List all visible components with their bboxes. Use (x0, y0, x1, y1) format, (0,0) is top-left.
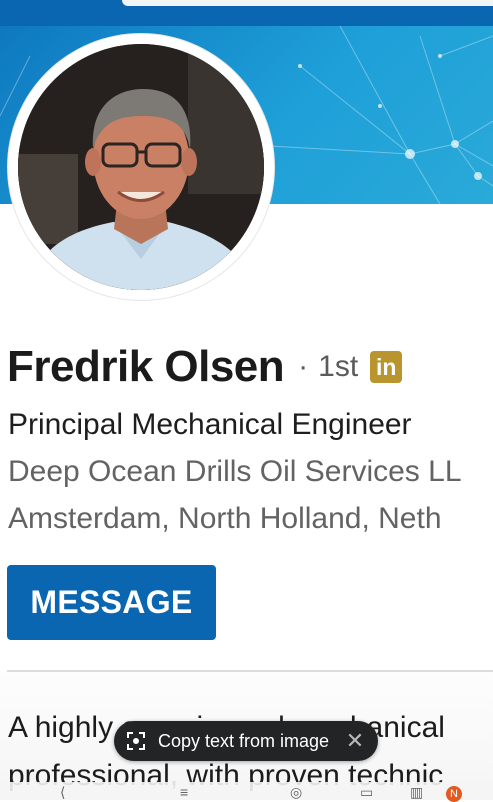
avatar-image (18, 44, 264, 290)
scan-text-icon (126, 731, 146, 751)
edit-icon[interactable]: ≡ (180, 784, 188, 800)
message-button[interactable]: MESSAGE (7, 565, 216, 640)
copy-text-toast[interactable]: Copy text from image ✕ (114, 721, 378, 761)
toast-label: Copy text from image (158, 730, 330, 751)
bottom-nav-bar: ⟨ ≡ ◎ ▭ ▥ (0, 782, 493, 800)
crop-icon[interactable]: ▭ (360, 784, 373, 801)
profile-name: Fredrik Olsen (7, 342, 285, 391)
profile-company: Deep Ocean Drills Oil Services LL (8, 455, 462, 488)
close-icon[interactable]: ✕ (344, 730, 366, 752)
profile-photo[interactable] (8, 34, 274, 300)
name-row: Fredrik Olsen · 1st in (7, 340, 403, 394)
delete-icon[interactable]: ▥ (410, 784, 423, 801)
app-top-bar (0, 0, 493, 26)
share-icon[interactable]: ⟨ (60, 784, 65, 801)
lens-icon[interactable]: ◎ (290, 784, 302, 801)
search-bar-edge[interactable] (122, 0, 493, 6)
profile-headline: Principal Mechanical Engineer (8, 408, 412, 441)
linkedin-premium-icon: in (370, 351, 403, 383)
connection-degree: 1st (318, 350, 359, 383)
degree-separator: · (298, 350, 309, 383)
profile-location: Amsterdam, North Holland, Neth (8, 502, 442, 535)
